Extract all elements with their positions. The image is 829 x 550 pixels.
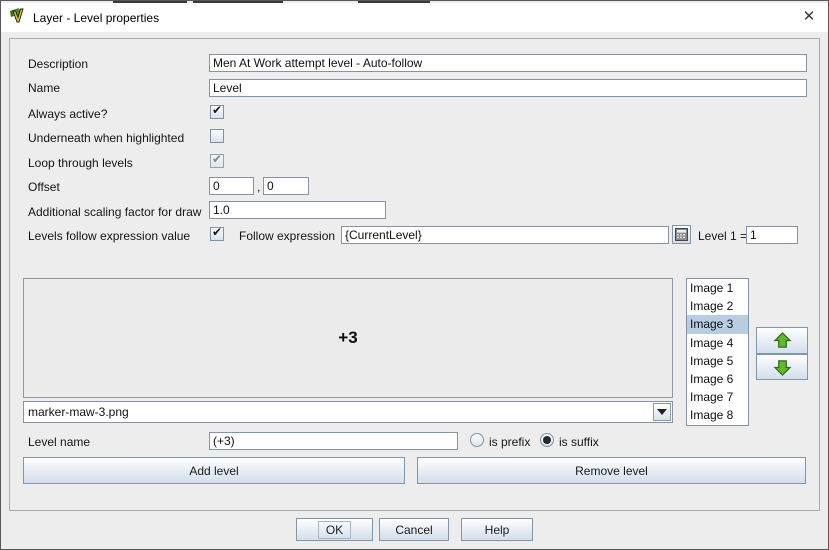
level1-field[interactable]	[746, 226, 798, 244]
move-down-button[interactable]	[756, 354, 808, 380]
description-field[interactable]	[209, 54, 807, 72]
move-up-button[interactable]	[756, 327, 808, 354]
image-file-combobox[interactable]: marker-maw-3.png	[23, 401, 673, 423]
follow-expression-label: Levels follow expression value	[28, 229, 190, 243]
list-item[interactable]: Image 5	[687, 352, 748, 370]
cancel-label: Cancel	[395, 523, 432, 537]
list-item[interactable]: Image 1	[687, 279, 748, 297]
image-list[interactable]: Image 1 Image 2 Image 3 Image 4 Image 5 …	[686, 278, 749, 426]
always-active-label: Always active?	[28, 107, 107, 121]
calculator-icon	[675, 228, 688, 241]
is-suffix-radio[interactable]	[540, 433, 554, 447]
help-label: Help	[485, 523, 510, 537]
description-label: Description	[28, 57, 88, 71]
is-prefix-label: is prefix	[489, 435, 530, 449]
remove-level-button[interactable]: Remove level	[417, 457, 806, 484]
down-arrow-icon	[773, 359, 792, 376]
dialog-button-bar: OK Cancel Help	[1, 511, 828, 550]
add-level-button[interactable]: Add level	[23, 457, 405, 484]
add-level-label: Add level	[189, 464, 238, 478]
offset-comma: ,	[257, 180, 260, 194]
layer-level-properties-dialog: Layer - Level properties ✕ Description N…	[0, 0, 829, 550]
list-item[interactable]: Image 7	[687, 388, 748, 406]
level-name-label: Level name	[28, 435, 90, 449]
follow-expression-field[interactable]	[341, 226, 669, 244]
combobox-value: marker-maw-3.png	[28, 405, 129, 419]
up-arrow-icon	[773, 332, 792, 349]
list-item[interactable]: Image 8	[687, 406, 748, 424]
offset-y-field[interactable]	[263, 177, 309, 195]
combobox-dropdown-button[interactable]	[653, 403, 671, 421]
expression-builder-button[interactable]	[672, 225, 691, 244]
follow-expression-sub-label: Follow expression	[239, 229, 335, 243]
loop-levels-checkbox	[210, 154, 224, 168]
offset-label: Offset	[28, 180, 60, 194]
name-label: Name	[28, 81, 60, 95]
chevron-down-icon	[657, 409, 667, 415]
is-prefix-radio[interactable]	[470, 433, 484, 447]
help-button[interactable]: Help	[461, 518, 533, 541]
scaling-label: Additional scaling factor for draw	[28, 205, 201, 219]
vassal-app-icon	[9, 8, 27, 26]
list-item[interactable]: Image 3	[687, 315, 748, 333]
underneath-checkbox[interactable]	[210, 129, 224, 143]
level-name-field[interactable]	[209, 432, 458, 450]
ok-label: OK	[318, 521, 351, 539]
remove-level-label: Remove level	[575, 464, 648, 478]
offset-x-field[interactable]	[209, 177, 254, 195]
preview-text: +3	[338, 328, 357, 348]
window-title: Layer - Level properties	[33, 11, 159, 25]
ok-button[interactable]: OK	[296, 518, 373, 541]
cancel-button[interactable]: Cancel	[379, 518, 449, 541]
list-item[interactable]: Image 6	[687, 370, 748, 388]
name-field[interactable]	[209, 79, 807, 97]
level-image-preview: +3	[23, 278, 673, 398]
follow-expression-checkbox[interactable]	[210, 227, 224, 241]
scaling-field[interactable]	[209, 201, 386, 219]
list-item[interactable]: Image 4	[687, 334, 748, 352]
always-active-checkbox[interactable]	[210, 105, 224, 119]
close-icon[interactable]: ✕	[801, 9, 817, 25]
underneath-label: Underneath when highlighted	[28, 131, 184, 145]
level1-label: Level 1 =	[698, 229, 747, 243]
is-suffix-label: is suffix	[559, 435, 599, 449]
loop-levels-label: Loop through levels	[28, 156, 133, 170]
title-bar: Layer - Level properties ✕	[1, 3, 828, 32]
list-item[interactable]: Image 2	[687, 297, 748, 315]
